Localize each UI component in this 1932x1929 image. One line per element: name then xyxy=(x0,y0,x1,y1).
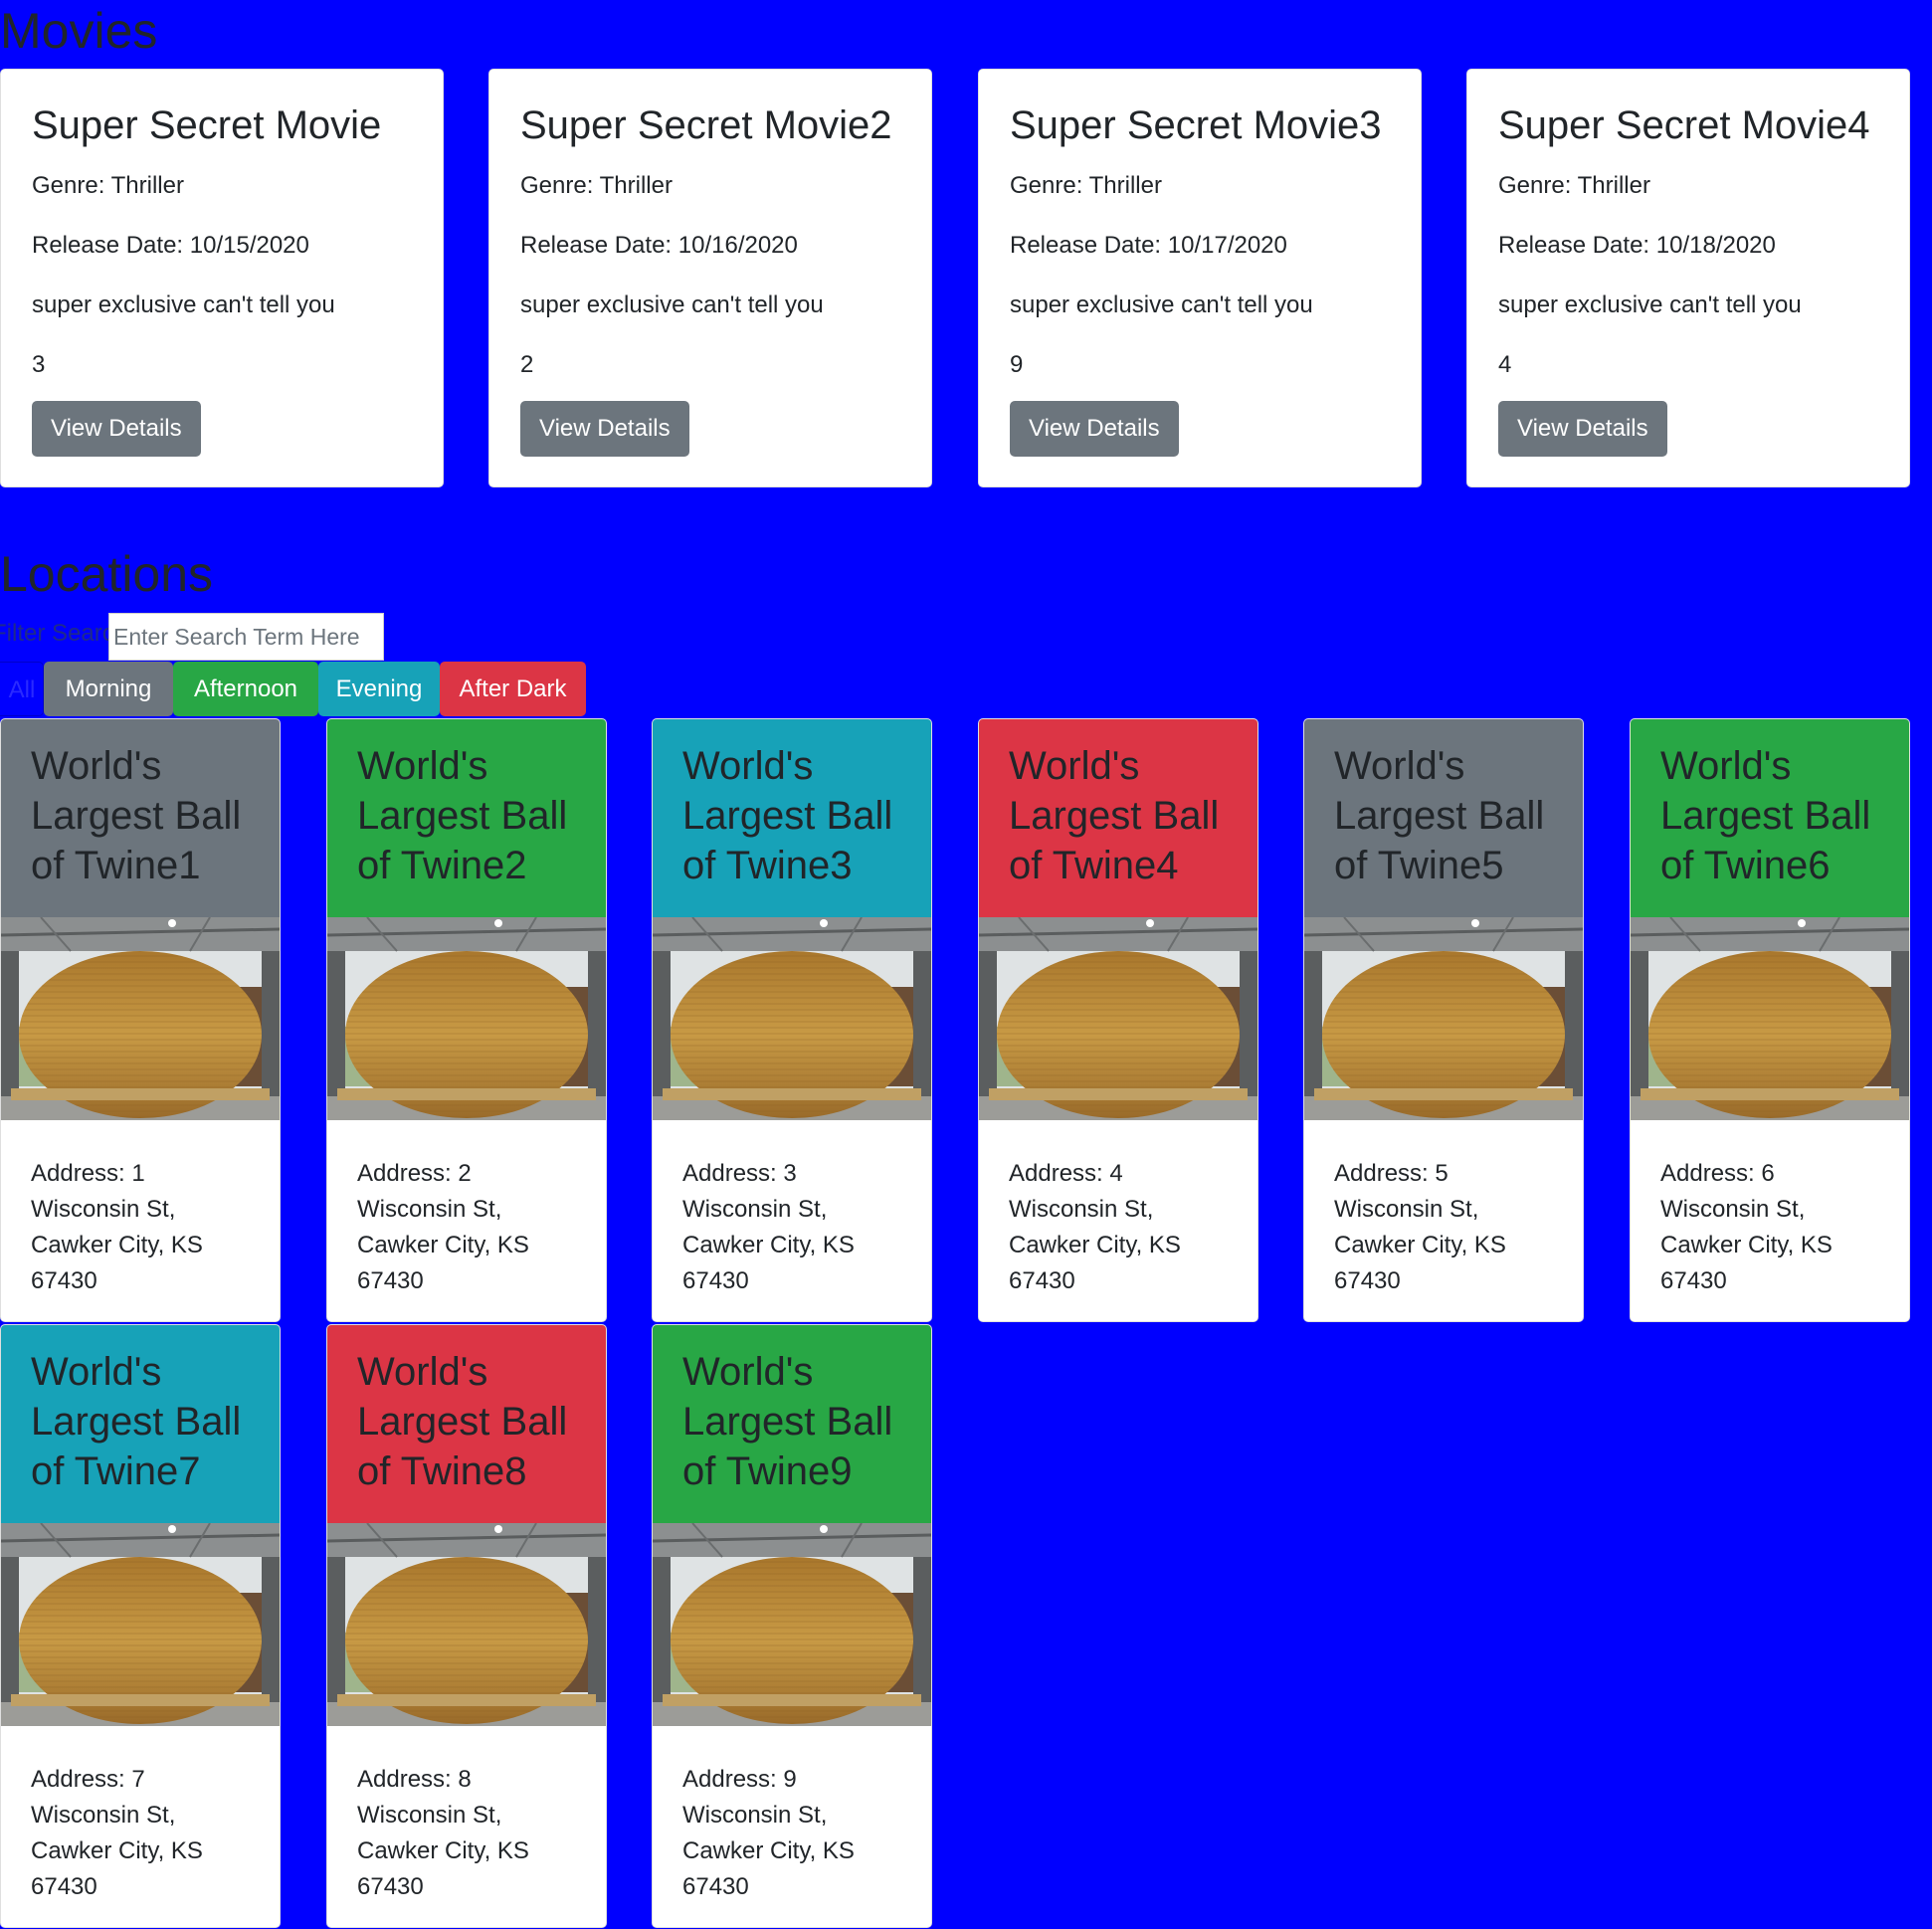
ball-of-twine-image xyxy=(327,1523,606,1726)
location-address: Address: 2 Wisconsin St, Cawker City, KS… xyxy=(357,1160,529,1294)
location-title: World's Largest Ball of Twine5 xyxy=(1334,744,1545,887)
location-address: Address: 1 Wisconsin St, Cawker City, KS… xyxy=(31,1160,203,1294)
location-card: World's Largest Ball of Twine2 Address: … xyxy=(326,718,607,1322)
location-address: Address: 7 Wisconsin St, Cawker City, KS… xyxy=(31,1766,203,1900)
movie-release-date: Release Date: 10/15/2020 xyxy=(32,232,309,259)
movie-release-date: Release Date: 10/17/2020 xyxy=(1010,232,1287,259)
location-title: World's Largest Ball of Twine9 xyxy=(682,1350,893,1493)
movie-card: Super Secret Movie4 Genre: Thriller Rele… xyxy=(1466,69,1910,487)
view-details-button[interactable]: View Details xyxy=(32,401,201,457)
ball-of-twine-image xyxy=(979,917,1257,1120)
ball-of-twine-image xyxy=(1631,917,1909,1120)
movie-rating: 3 xyxy=(32,351,46,378)
movie-release-date: Release Date: 10/18/2020 xyxy=(1498,232,1776,259)
location-card: World's Largest Ball of Twine3 Address: … xyxy=(652,718,932,1322)
movie-rating: 9 xyxy=(1010,351,1024,378)
location-address: Address: 5 Wisconsin St, Cawker City, KS… xyxy=(1334,1160,1506,1294)
view-details-button[interactable]: View Details xyxy=(520,401,689,457)
movie-card: Super Secret Movie Genre: Thriller Relea… xyxy=(0,69,444,487)
movie-title: Super Secret Movie3 xyxy=(1010,103,1382,147)
location-card-header: World's Largest Ball of Twine7 xyxy=(1,1325,280,1523)
filter-evening-button[interactable]: Evening xyxy=(318,662,440,716)
movie-release-date: Release Date: 10/16/2020 xyxy=(520,232,798,259)
movie-card: Super Secret Movie2 Genre: Thriller Rele… xyxy=(488,69,932,487)
location-card: World's Largest Ball of Twine5 Address: … xyxy=(1303,718,1584,1322)
location-card: World's Largest Ball of Twine9 Address: … xyxy=(652,1324,932,1928)
movie-description: super exclusive can't tell you xyxy=(32,291,335,318)
ball-of-twine-image xyxy=(653,1523,931,1726)
filter-all-button[interactable]: All xyxy=(0,662,44,716)
location-card: World's Largest Ball of Twine7 Address: … xyxy=(0,1324,281,1928)
location-title: World's Largest Ball of Twine8 xyxy=(357,1350,568,1493)
movie-description: super exclusive can't tell you xyxy=(1498,291,1802,318)
location-address: Address: 3 Wisconsin St, Cawker City, KS… xyxy=(682,1160,855,1294)
search-input[interactable] xyxy=(108,613,384,661)
movie-genre: Genre: Thriller xyxy=(1010,172,1162,199)
movie-genre: Genre: Thriller xyxy=(1498,172,1650,199)
ball-of-twine-image xyxy=(327,917,606,1120)
location-title: World's Largest Ball of Twine7 xyxy=(31,1350,242,1493)
location-card-header: World's Largest Ball of Twine4 xyxy=(979,719,1257,917)
movie-genre: Genre: Thriller xyxy=(520,172,673,199)
location-address: Address: 9 Wisconsin St, Cawker City, KS… xyxy=(682,1766,855,1900)
location-card-header: World's Largest Ball of Twine6 xyxy=(1631,719,1909,917)
location-card: World's Largest Ball of Twine6 Address: … xyxy=(1630,718,1910,1322)
movie-rating: 4 xyxy=(1498,351,1512,378)
location-title: World's Largest Ball of Twine6 xyxy=(1660,744,1871,887)
movie-card: Super Secret Movie3 Genre: Thriller Rele… xyxy=(978,69,1422,487)
location-card-header: World's Largest Ball of Twine5 xyxy=(1304,719,1583,917)
filter-afternoon-button[interactable]: Afternoon xyxy=(173,662,318,716)
location-title: World's Largest Ball of Twine1 xyxy=(31,744,242,887)
movies-heading: Movies xyxy=(0,3,158,59)
location-card: World's Largest Ball of Twine8 Address: … xyxy=(326,1324,607,1928)
movie-title: Super Secret Movie xyxy=(32,103,382,147)
location-card-header: World's Largest Ball of Twine9 xyxy=(653,1325,931,1523)
ball-of-twine-image xyxy=(1,917,280,1120)
movie-genre: Genre: Thriller xyxy=(32,172,184,199)
ball-of-twine-image xyxy=(1304,917,1583,1120)
filter-morning-button[interactable]: Morning xyxy=(44,662,173,716)
location-title: World's Largest Ball of Twine4 xyxy=(1009,744,1220,887)
movie-description: super exclusive can't tell you xyxy=(1010,291,1313,318)
ball-of-twine-image xyxy=(1,1523,280,1726)
location-card-header: World's Largest Ball of Twine3 xyxy=(653,719,931,917)
movie-title: Super Secret Movie2 xyxy=(520,103,892,147)
location-address: Address: 6 Wisconsin St, Cawker City, KS… xyxy=(1660,1160,1833,1294)
location-card: World's Largest Ball of Twine4 Address: … xyxy=(978,718,1258,1322)
movie-title: Super Secret Movie4 xyxy=(1498,103,1870,147)
movie-rating: 2 xyxy=(520,351,534,378)
location-address: Address: 4 Wisconsin St, Cawker City, KS… xyxy=(1009,1160,1181,1294)
location-card-header: World's Largest Ball of Twine8 xyxy=(327,1325,606,1523)
view-details-button[interactable]: View Details xyxy=(1498,401,1667,457)
location-title: World's Largest Ball of Twine2 xyxy=(357,744,568,887)
ball-of-twine-image xyxy=(653,917,931,1120)
locations-heading: Locations xyxy=(0,546,214,602)
location-title: World's Largest Ball of Twine3 xyxy=(682,744,893,887)
movie-description: super exclusive can't tell you xyxy=(520,291,824,318)
location-card: World's Largest Ball of Twine1 Address: … xyxy=(0,718,281,1322)
location-card-header: World's Largest Ball of Twine1 xyxy=(1,719,280,917)
location-address: Address: 8 Wisconsin St, Cawker City, KS… xyxy=(357,1766,529,1900)
location-card-header: World's Largest Ball of Twine2 xyxy=(327,719,606,917)
filter-after-dark-button[interactable]: After Dark xyxy=(440,662,586,716)
view-details-button[interactable]: View Details xyxy=(1010,401,1179,457)
